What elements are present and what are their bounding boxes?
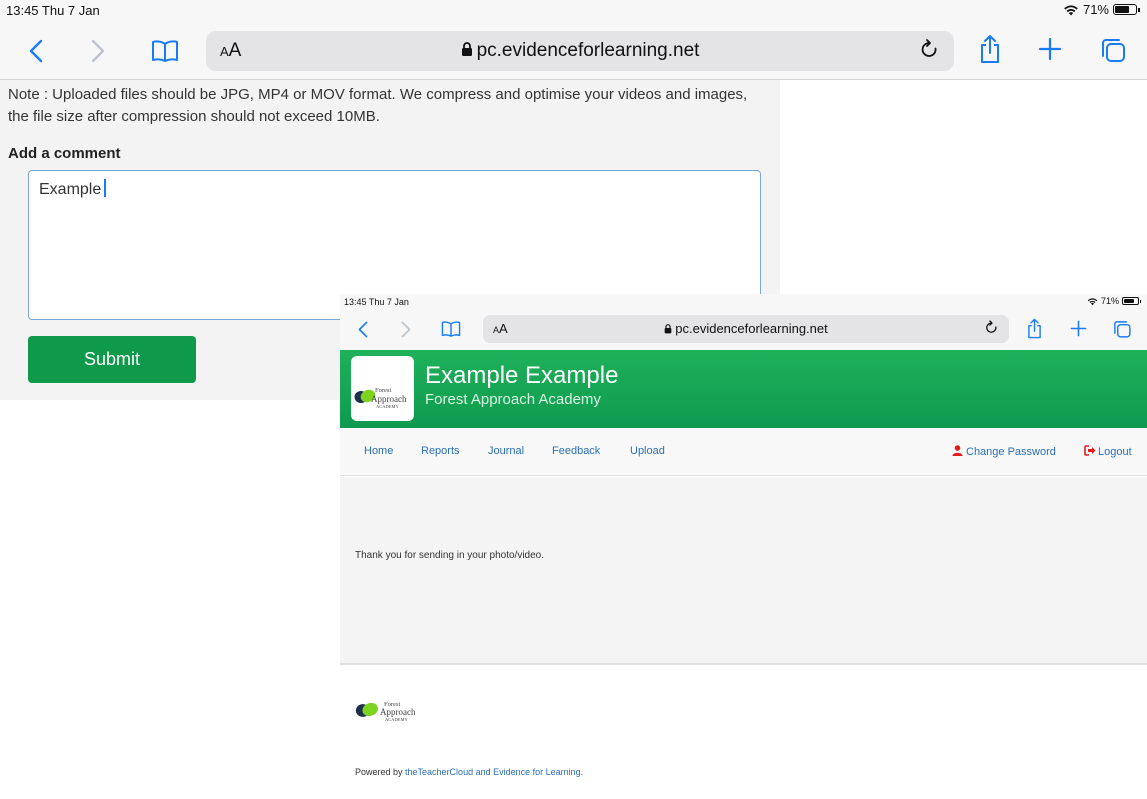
tabs-overview-icon[interactable]: [1111, 318, 1133, 340]
forward-icon[interactable]: [86, 36, 110, 66]
reload-icon[interactable]: [920, 39, 940, 61]
new-tab-icon[interactable]: [1068, 318, 1088, 338]
site-header: Forest Approach ACADEMY Example Example …: [340, 350, 1147, 428]
status-time: 13:45 Thu 7 Jan: [6, 3, 100, 18]
text-cursor: [104, 179, 106, 197]
battery-icon: [1122, 297, 1141, 305]
nav-reports[interactable]: Reports: [421, 445, 460, 457]
nav-home[interactable]: Home: [364, 445, 393, 457]
powered-link[interactable]: theTeacherCloud and Evidence for Learnin…: [405, 767, 581, 777]
battery-percent: 71%: [1100, 296, 1119, 306]
nav-upload[interactable]: Upload: [630, 445, 665, 457]
bookmarks-icon[interactable]: [150, 36, 180, 66]
leaf-logo-icon: [355, 702, 378, 717]
status-time: 13:45 Thu 7 Jan: [344, 297, 409, 307]
logout-icon: [1084, 445, 1096, 456]
bookmarks-icon[interactable]: [440, 318, 462, 340]
site-footer: Forest Approach ACADEMY Powered by theTe…: [340, 667, 1147, 799]
battery-percent: 71%: [1082, 2, 1109, 17]
tabs-overview-icon[interactable]: [1098, 35, 1128, 65]
share-icon[interactable]: [976, 32, 1004, 66]
nav-journal[interactable]: Journal: [488, 445, 524, 457]
user-icon: [952, 445, 963, 456]
address-url[interactable]: pc.evidenceforlearning.net: [483, 321, 1009, 336]
battery-icon: [1113, 4, 1140, 15]
lock-icon: [461, 42, 472, 56]
share-icon[interactable]: [1024, 315, 1044, 341]
powered-prefix: Powered by: [355, 767, 406, 777]
comment-label: Add a comment: [8, 145, 121, 162]
footer-logo: Forest Approach ACADEMY: [355, 695, 425, 725]
confirmation-message: Thank you for sending in your photo/vide…: [355, 550, 545, 561]
logo-line-2: Approach: [371, 394, 407, 404]
reload-icon[interactable]: [985, 320, 999, 336]
powered-suffix: .: [580, 767, 584, 777]
footer-logo-line-3: ACADEMY: [385, 717, 408, 722]
comment-value: Example: [39, 181, 102, 198]
address-bar[interactable]: AA pc.evidenceforlearning.net: [483, 315, 1009, 343]
main-content: Thank you for sending in your photo/vide…: [340, 477, 1147, 665]
new-tab-icon[interactable]: [1036, 35, 1064, 63]
back-icon[interactable]: [354, 318, 372, 340]
nav-logout[interactable]: Logout: [1084, 445, 1132, 458]
address-bar[interactable]: AA pc.evidenceforlearning.net: [206, 31, 954, 71]
powered-by: Powered by theTeacherCloud and Evidence …: [355, 767, 583, 777]
status-bar: 13:45 Thu 7 Jan 71%: [340, 294, 1147, 310]
upload-note: Note : Uploaded files should be JPG, MP4…: [8, 86, 748, 125]
submit-button[interactable]: Submit: [28, 336, 196, 383]
lock-icon: [664, 324, 672, 334]
status-right: 71%: [1087, 296, 1141, 306]
wifi-icon: [1087, 297, 1098, 305]
school-logo: Forest Approach ACADEMY: [351, 356, 414, 421]
forward-icon[interactable]: [397, 318, 415, 340]
nav-feedback[interactable]: Feedback: [552, 445, 600, 457]
nav-change-password[interactable]: Change Password: [952, 445, 1056, 458]
browser-toolbar: AA pc.evidenceforlearning.net: [0, 22, 1147, 80]
address-url[interactable]: pc.evidenceforlearning.net: [206, 40, 954, 62]
school-name: Forest Approach Academy: [425, 391, 601, 408]
confirmation-screenshot: 13:45 Thu 7 Jan 71% AA pc.evidenceforlea…: [340, 294, 1147, 799]
logo-line-3: ACADEMY: [376, 404, 399, 409]
back-icon[interactable]: [24, 36, 48, 66]
student-name: Example Example: [425, 362, 619, 389]
footer-logo-line-2: Approach: [380, 707, 416, 717]
wifi-icon: [1064, 4, 1078, 15]
browser-toolbar: AA pc.evidenceforlearning.net: [340, 310, 1147, 350]
main-nav: Home Reports Journal Feedback Upload Cha…: [340, 428, 1147, 476]
status-bar: 13:45 Thu 7 Jan 71%: [0, 0, 1147, 22]
status-right: 71%: [1063, 2, 1140, 17]
